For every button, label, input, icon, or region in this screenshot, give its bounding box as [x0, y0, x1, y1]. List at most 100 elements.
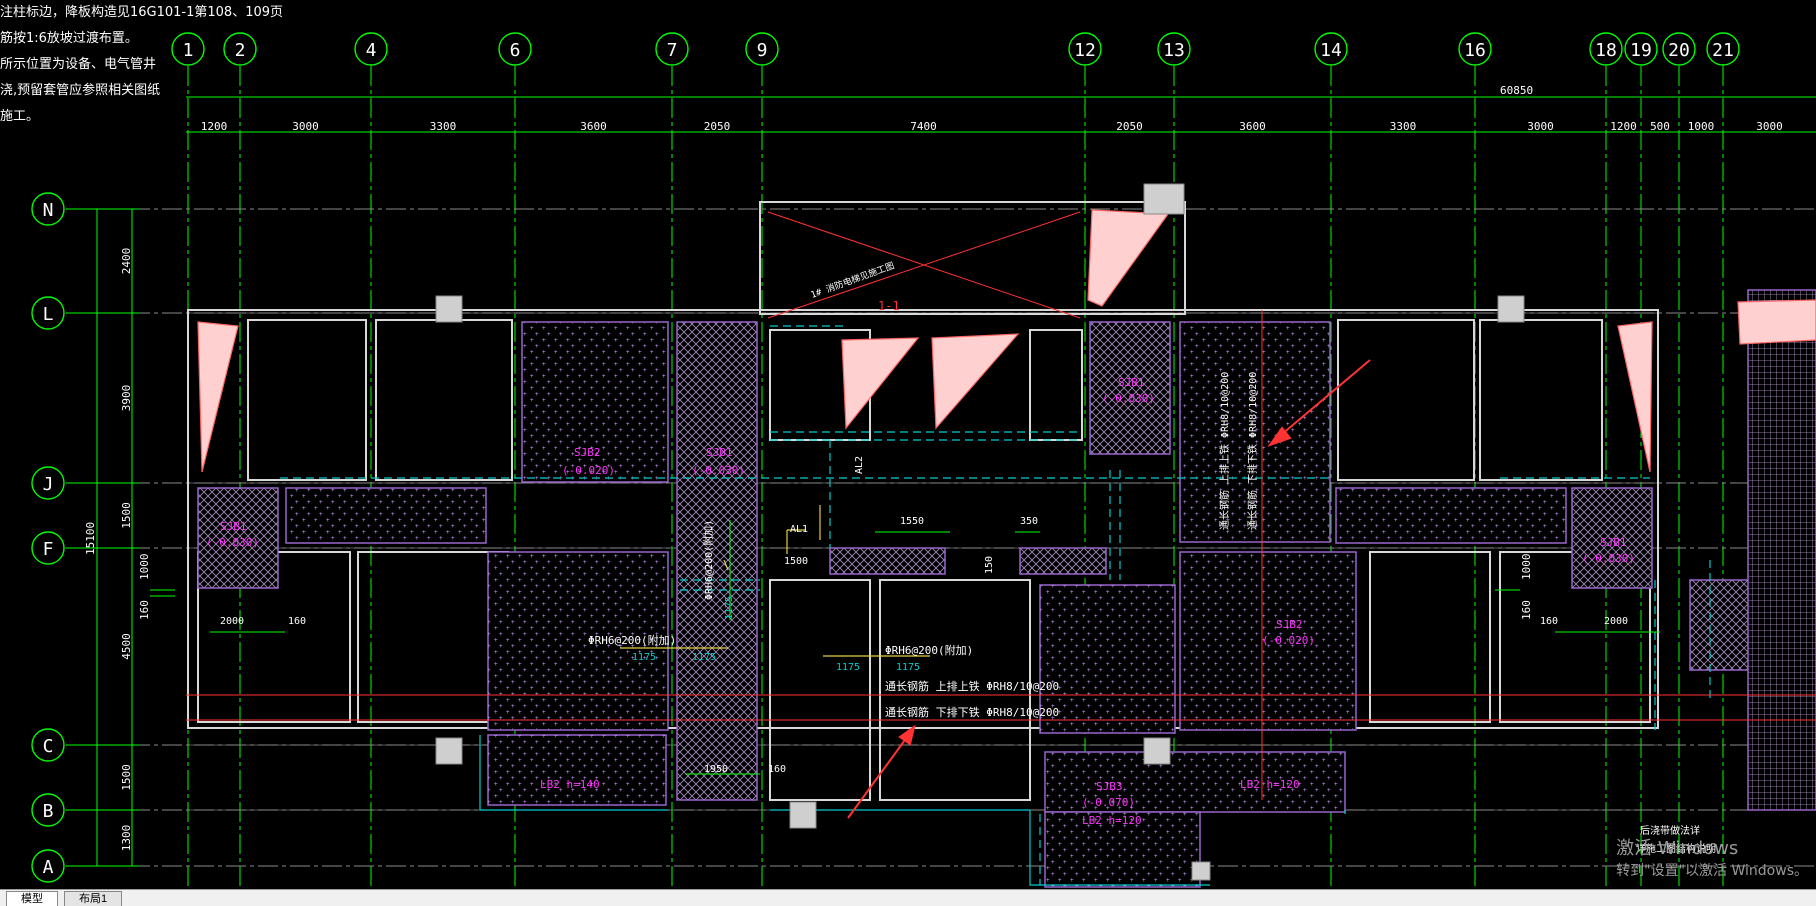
axis-bubble-col-21: 21	[1706, 32, 1740, 66]
axis-bubble-col-label: 9	[757, 40, 768, 61]
rebar-note-5: 通长钢筋 下排下铁 ΦRH8/10@200	[885, 705, 1059, 719]
stair-wedges	[197, 209, 1816, 473]
span-dim-text: 3300	[1390, 120, 1417, 133]
axis-bubble-col-13: 13	[1157, 32, 1191, 66]
row-span-dim-text: 1300	[120, 825, 133, 852]
small-dim-5: 1175	[724, 596, 735, 620]
slab-label-6-name: SJB2	[1276, 618, 1303, 631]
small-dim-4: 1175	[896, 662, 920, 673]
axis-bubble-col-9: 9	[745, 32, 779, 66]
cad-drawing-canvas[interactable]: + +	[0, 0, 1816, 890]
layout-tab-bar: 模型 布局1	[0, 889, 1816, 906]
small-dim-8: 1500	[784, 556, 808, 567]
axis-bubble-col-label: 4	[366, 40, 377, 61]
slab-label-6-level: (-0.020)	[1262, 634, 1315, 647]
slab-label-4-level: (-0.030)	[206, 536, 259, 549]
rebar-note-6: 通长钢筋 上排上铁 ΦRH8/10@200	[1218, 372, 1231, 530]
design-note-4: 浇,预留套管应参照相关图纸	[0, 83, 161, 98]
axis-bubble-col-6: 6	[498, 32, 532, 66]
axis-bubble-row-label: B	[43, 801, 54, 822]
beam-label-al1: AL1	[790, 524, 808, 535]
row-span-dim-text: 2400	[120, 248, 133, 275]
span-dim-text: 3300	[430, 120, 457, 133]
slab-label-9-name: LB2 h=120	[1240, 778, 1300, 791]
axis-bubble-col-19: 19	[1624, 32, 1658, 66]
slab-label-2-level: (-0.030)	[692, 464, 745, 477]
beam-label-al2: AL2	[854, 456, 865, 474]
windows-activation-watermark: 激活 Windows 转到"设置"以激活 Windows。	[1616, 834, 1808, 880]
small-dim-6: 1550	[900, 516, 924, 527]
span-dim-text: 3000	[1527, 120, 1554, 133]
small-dim-3: 1175	[836, 662, 860, 673]
design-notes: 注柱标边，降板构造见16G101-1第108、109页 筋按1:6放坡过渡布置。…	[0, 0, 283, 130]
axis-bubble-col-label: 13	[1163, 40, 1185, 61]
span-dim-text: 500	[1650, 120, 1670, 133]
axis-bubble-col-label: 16	[1464, 40, 1486, 61]
tab-layout1[interactable]: 布局1	[64, 891, 123, 906]
axis-bubble-row-label: F	[43, 539, 54, 560]
small-dim-12: 2000	[220, 616, 244, 627]
axis-bubble-col-label: 14	[1320, 40, 1342, 61]
span-dim-text: 3000	[1756, 120, 1783, 133]
total-height-dim: 15100	[84, 522, 97, 555]
slab-label-7-level: (-0.070)	[1082, 796, 1135, 809]
slab-label-2-name: SJB1	[706, 446, 733, 459]
axis-bubbles: 1 2 4 6 7 9 12 13 14 16 18 19 20 21NLJFCBA	[31, 32, 1740, 883]
right-small-dim-1: 1000	[1520, 554, 1533, 581]
axis-bubble-col-label: 7	[667, 40, 678, 61]
small-dim-14: 2000	[1604, 616, 1628, 627]
slab-hatch-regions	[197, 289, 1816, 888]
rebar-note-3: ΦRH6@200(附加)	[885, 643, 973, 657]
span-dim-text: 3600	[1239, 120, 1266, 133]
design-note-2: 筋按1:6放坡过渡布置。	[0, 31, 138, 46]
dimension-texts: 60850 1200 3000 3300 3600 2050 7400 2050 3600 33…	[84, 84, 1783, 851]
design-note-1: 注柱标边，降板构造见16G101-1第108、109页	[0, 5, 284, 20]
watermark-line-1: 激活 Windows	[1616, 838, 1739, 859]
axis-bubble-col-label: 6	[510, 40, 521, 61]
axis-bubble-col-4: 4	[354, 32, 388, 66]
axis-bubble-row-A: A	[31, 849, 65, 883]
section-mark: 1-1	[878, 299, 900, 313]
small-dim-13: 160	[288, 616, 306, 627]
slab-label-5-name: SJB1	[1600, 536, 1627, 549]
tab-model[interactable]: 模型	[6, 891, 58, 906]
slab-label-3-name: SJB1	[1118, 376, 1145, 389]
small-dim-1: 1175	[632, 652, 656, 663]
rebar-note-7: 通长钢筋 下排下铁 ΦRH8/10@200	[1246, 372, 1259, 530]
design-note-3: 所示位置为设备、电气管井	[0, 57, 157, 72]
axis-bubble-row-label: L	[43, 304, 54, 325]
slab-label-1-name: SJB2	[574, 446, 601, 459]
rebar-note-2: ΦRH6@200(附加)	[702, 520, 715, 600]
span-dim-text: 1000	[1688, 120, 1715, 133]
axis-bubble-col-20: 20	[1662, 32, 1696, 66]
small-dim-10: 1950	[704, 764, 728, 775]
slab-label-8-name: LB2 h=140	[540, 778, 600, 791]
dimension-lines	[96, 96, 1816, 866]
row-span-dim-text: 1500	[120, 764, 133, 791]
span-dim-text: 1200	[1610, 120, 1637, 133]
axis-bubble-col-14: 14	[1314, 32, 1348, 66]
axis-bubble-row-label: J	[43, 474, 54, 495]
rebar-note-1: ΦRH6@200(附加)	[588, 633, 676, 647]
axis-bubble-col-label: 21	[1712, 40, 1734, 61]
total-width-dim: 60850	[1500, 84, 1533, 97]
small-dim-2: 1175	[692, 652, 716, 663]
axis-bubble-col-12: 12	[1068, 32, 1102, 66]
row-span-dim-text: 3900	[120, 385, 133, 412]
slab-label-5-level: (-0.030)	[1582, 552, 1635, 565]
axis-bubble-row-C: C	[31, 728, 65, 762]
small-dim-15: 160	[1540, 616, 1558, 627]
axis-bubble-row-F: F	[31, 531, 65, 565]
span-dim-text: 2050	[1116, 120, 1143, 133]
design-note-5: 施工。	[0, 109, 40, 124]
axis-bubble-row-label: N	[43, 200, 54, 221]
left-small-dim-2: 160	[138, 600, 151, 620]
slab-label-4-name: SJB1	[220, 520, 247, 533]
axis-bubble-col-label: 20	[1668, 40, 1690, 61]
slab-label-3-level: (-0.030)	[1102, 392, 1155, 405]
elevator-note: 1# 消防电梯见施工图	[809, 259, 896, 300]
axis-bubble-row-label: A	[43, 857, 54, 878]
axis-bubble-col-16: 16	[1458, 32, 1492, 66]
slab-label-7-name: SJB3	[1096, 780, 1123, 793]
slab-label-1-level: (-0.020)	[562, 464, 615, 477]
